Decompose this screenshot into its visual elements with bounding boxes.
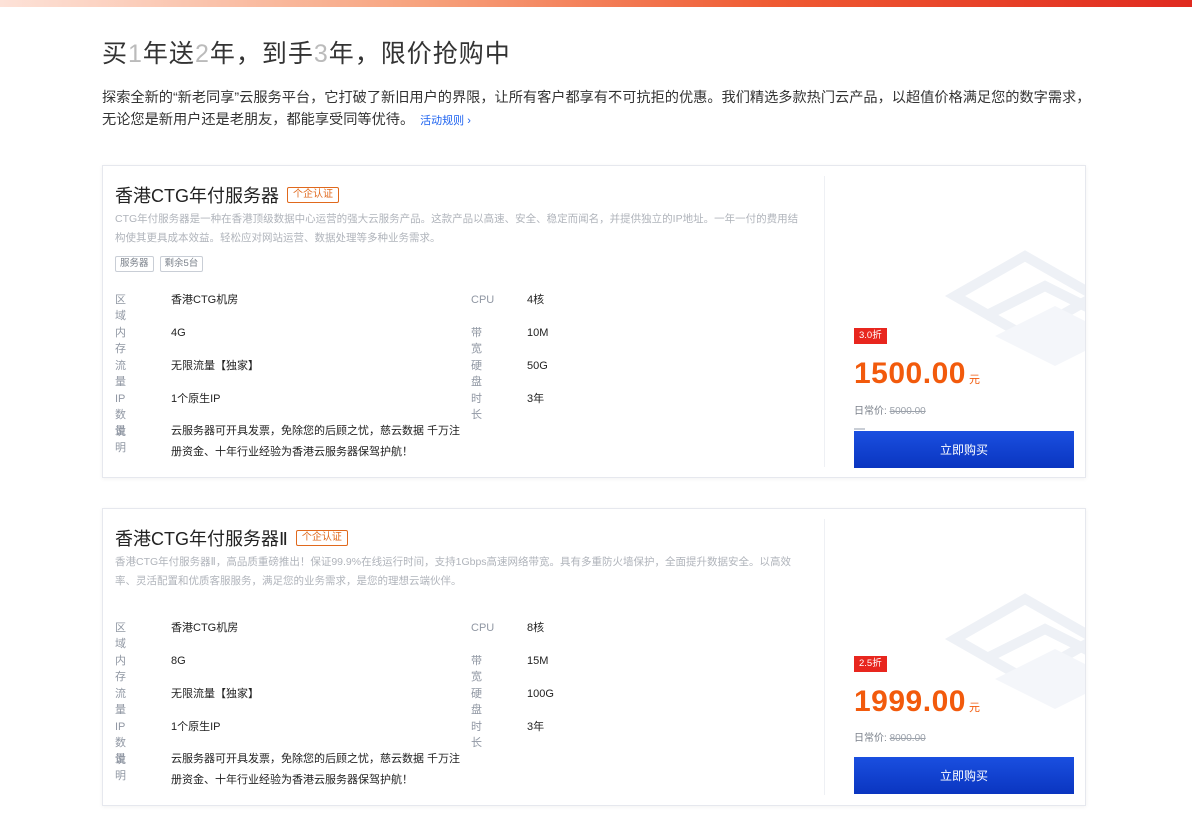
title-number: 2 [194,40,210,68]
product-title-row: 香港CTG年付服务器Ⅱ 个企认证 [115,525,348,551]
spec-value: 云服务器可开具发票，免除您的后顾之忧，慈云数据 千万注册资金、十年行业经验为香港… [171,753,461,786]
title-part: 买 [102,40,129,68]
spec-label: 硬盘 [471,360,482,388]
rules-link-label[interactable]: 活动规则 [420,115,464,127]
product-title-row: 香港CTG年付服务器 个企认证 [115,182,339,208]
spec-label: 区域 [115,622,126,650]
spec-value: 4G [171,327,186,339]
product-description: CTG年付服务器是一种在香港顶级数据中心运营的强大云服务产品。这款产品以高速、安… [115,213,799,244]
spec-value: 无限流量【独家】 [171,360,259,372]
price-panel: 2.5折 1999.00 元 日常价: 8000.00 立即购买 [825,509,1085,805]
spec-value: 8核 [527,622,545,634]
original-price-label: 日常价: [854,733,887,744]
spec-value: 香港CTG机房 [171,294,239,306]
spec-value: 香港CTG机房 [171,622,239,634]
title-number: 1 [128,40,143,68]
title-part: 年，到手 [209,40,314,68]
original-price-label: 日常价: [854,406,887,417]
product-name: 香港CTG年付服务器 [115,186,279,206]
spec-label: CPU [471,294,495,306]
chevron-right-icon[interactable]: › [467,115,471,127]
spec-value: 3年 [527,393,545,405]
product-info: 香港CTG年付服务器 个企认证 CTG年付服务器是一种在香港顶级数据中心运营的强… [115,166,815,477]
original-price-value: 5000.00 [889,406,926,417]
spec-label: CPU [471,622,495,634]
intro-body: 探索全新的“新老同享”云服务平台，它打破了新旧用户的界限，让所有客户都享有不可抗… [102,90,1091,128]
spec-value: 无限流量【独家】 [171,688,259,700]
spec-label: 带宽 [471,655,482,683]
spec-label: 硬盘 [471,688,482,716]
tag-stock: 剩余5台 [159,256,204,272]
price-value: 1999.00 [854,685,966,718]
currency-label: 元 [968,702,980,714]
spec-value: 8G [171,655,186,667]
spec-label: 区域 [115,294,126,322]
buy-now-button[interactable]: 立即购买 [854,431,1074,468]
spec-label: 内存 [115,655,126,683]
spec-label: 流量 [115,688,126,716]
currency-label: 元 [968,374,980,386]
price-value: 1500.00 [854,357,966,390]
price-panel: 3.0折 1500.00 元 日常价: 5000.00 立即购买 [825,166,1085,477]
spec-value: 50G [527,360,548,372]
divider-mark [854,428,865,430]
auth-badge: 个企认证 [287,187,339,203]
price-row: 1500.00 元 [854,357,980,391]
product-tags: 服务器 剩余5台 [115,256,204,272]
product-description: 香港CTG年付服务器Ⅱ，高品质重磅推出！保证99.9%在线运行时间，支持1Gbp… [115,556,792,587]
spec-label: 内存 [115,327,126,355]
spec-value: 1个原生IP [171,721,221,733]
spec-value: 云服务器可开具发票，免除您的后顾之忧，慈云数据 千万注册资金、十年行业经验为香港… [171,425,461,458]
spec-value: 3年 [527,721,545,733]
original-price: 日常价: 5000.00 [854,402,926,417]
buy-now-button[interactable]: 立即购买 [854,757,1074,794]
tag-server: 服务器 [115,256,154,272]
original-price: 日常价: 8000.00 [854,729,926,744]
spec-label: 带宽 [471,327,482,355]
discount-badge: 2.5折 [854,656,887,672]
price-row: 1999.00 元 [854,685,980,719]
original-price-value: 8000.00 [889,733,926,744]
product-name: 香港CTG年付服务器Ⅱ [115,529,288,549]
title-part: 年，限价抢购中 [328,40,511,68]
spec-value: 1个原生IP [171,393,221,405]
spec-label: 时长 [471,721,482,749]
auth-badge: 个企认证 [295,530,348,546]
spec-value: 10M [527,327,549,339]
page-title: 买1年送2年，到手3年，限价抢购中 [102,34,511,70]
spec-value: 100G [527,688,554,700]
spec-value: 15M [527,655,549,667]
intro-text: 探索全新的“新老同享”云服务平台，它打破了新旧用户的界限，让所有客户都享有不可抗… [102,87,1092,132]
spec-value: 4核 [527,294,545,306]
product-card: 香港CTG年付服务器Ⅱ 个企认证 香港CTG年付服务器Ⅱ，高品质重磅推出！保证9… [102,508,1086,806]
rules-link[interactable]: 活动规则 › [420,115,471,127]
discount-badge: 3.0折 [854,328,887,344]
top-gradient-bar [0,0,1192,7]
product-info: 香港CTG年付服务器Ⅱ 个企认证 香港CTG年付服务器Ⅱ，高品质重磅推出！保证9… [115,509,815,805]
title-number: 3 [313,40,329,68]
spec-label: 流量 [115,360,126,388]
spec-label: 说明 [115,426,126,454]
title-part: 年送 [142,40,195,68]
spec-label: 说明 [115,754,126,782]
product-card: 香港CTG年付服务器 个企认证 CTG年付服务器是一种在香港顶级数据中心运营的强… [102,165,1086,478]
spec-label: 时长 [471,393,482,421]
